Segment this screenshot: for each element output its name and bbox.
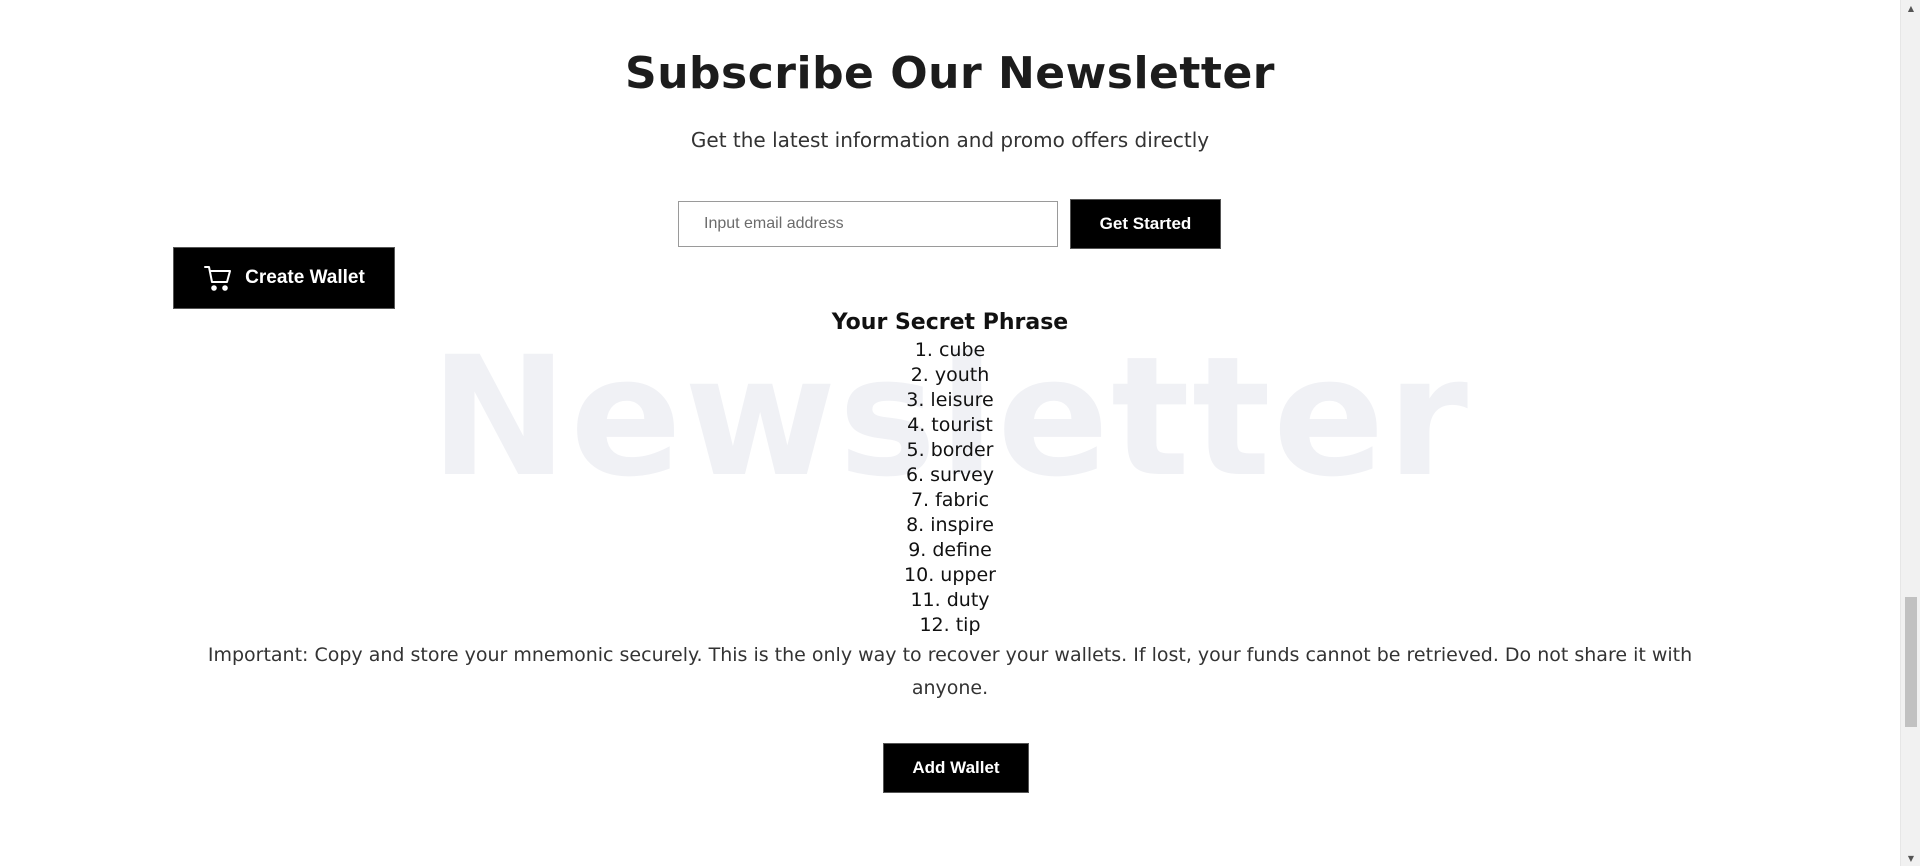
create-wallet-label: Create Wallet bbox=[245, 267, 365, 288]
get-started-button[interactable]: Get Started bbox=[1070, 199, 1221, 249]
phrase-word: 8. inspire bbox=[906, 514, 994, 536]
phrase-word: 9. define bbox=[908, 539, 992, 561]
newsletter-page: Subscribe Our Newsletter Get the latest … bbox=[0, 0, 1900, 866]
phrase-word: 7. fabric bbox=[910, 489, 990, 511]
phrase-word: 2. youth bbox=[910, 364, 990, 386]
phrase-word: 5. border bbox=[906, 439, 994, 461]
phrase-word: 1. cube bbox=[914, 339, 986, 361]
secret-phrase-list: 1. cube 2. youth 3. leisure 4. tourist 5… bbox=[0, 338, 1900, 638]
secret-phrase-title: Your Secret Phrase bbox=[831, 310, 1069, 335]
phrase-word: 6. survey bbox=[905, 464, 995, 486]
vertical-scrollbar[interactable]: ▲ ▼ bbox=[1900, 0, 1920, 866]
cart-icon bbox=[203, 263, 233, 293]
add-wallet-button[interactable]: Add Wallet bbox=[883, 743, 1029, 793]
newsletter-title: Subscribe Our Newsletter bbox=[625, 48, 1275, 99]
phrase-word: 11. duty bbox=[910, 589, 990, 611]
secret-phrase-panel: Your Secret Phrase 1. cube 2. youth 3. l… bbox=[0, 308, 1900, 638]
email-input[interactable] bbox=[678, 201, 1058, 247]
create-wallet-button[interactable]: Create Wallet bbox=[173, 247, 395, 309]
scroll-up-arrow-icon[interactable]: ▲ bbox=[1901, 0, 1920, 16]
scrollbar-thumb[interactable] bbox=[1905, 597, 1917, 727]
phrase-word: 10. upper bbox=[904, 564, 996, 586]
scroll-down-arrow-icon[interactable]: ▼ bbox=[1901, 850, 1920, 866]
phrase-word: 4. tourist bbox=[907, 414, 993, 436]
newsletter-subtitle: Get the latest information and promo off… bbox=[690, 128, 1210, 152]
mnemonic-warning: Important: Copy and store your mnemonic … bbox=[207, 644, 1693, 699]
phrase-word: 12. tip bbox=[919, 614, 981, 636]
phrase-word: 3. leisure bbox=[906, 389, 994, 411]
